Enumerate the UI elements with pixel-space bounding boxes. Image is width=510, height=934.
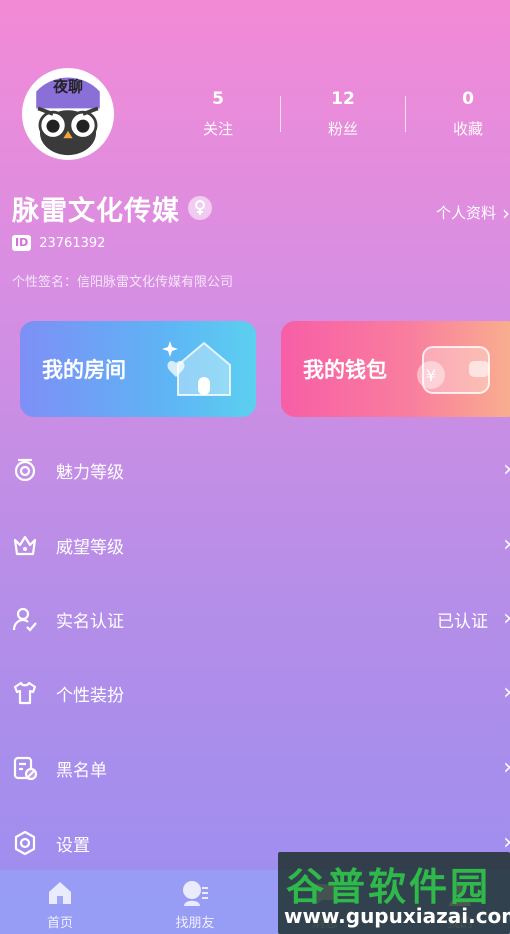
stat-favorites[interactable]: 0 收藏 xyxy=(423,88,510,140)
tab-home[interactable]: 首页 xyxy=(15,878,105,931)
menu-prestige-level[interactable]: 威望等级 › xyxy=(0,520,510,570)
chevron-right-icon: › xyxy=(503,832,510,854)
chevron-right-icon: › xyxy=(503,757,510,779)
chevron-right-icon: › xyxy=(503,459,510,481)
verify-status: 已认证 xyxy=(437,611,488,632)
tshirt-icon xyxy=(12,680,38,706)
owl-avatar-icon: 夜聊 xyxy=(25,71,111,157)
watermark-title: 谷普软件园 xyxy=(286,865,492,909)
id-tag: ID xyxy=(12,235,32,251)
stat-following[interactable]: 5 关注 xyxy=(173,88,263,140)
user-name: 脉雷文化传媒 xyxy=(12,195,180,227)
name-row: 脉雷文化传媒 xyxy=(12,190,212,227)
stat-fans-label: 粉丝 xyxy=(327,120,358,138)
yuan-symbol: ¥ xyxy=(426,366,436,385)
my-wallet-card[interactable]: 我的钱包 ¥ xyxy=(281,321,510,417)
menu-dress-up-label: 个性装扮 xyxy=(56,685,124,706)
stats-divider xyxy=(405,96,406,132)
crown-icon xyxy=(12,532,38,558)
stat-following-count: 5 xyxy=(212,89,224,109)
stat-favorites-count: 0 xyxy=(462,89,474,109)
stat-fans[interactable]: 12 粉丝 xyxy=(298,88,388,140)
avatar[interactable]: 夜聊 xyxy=(22,68,114,160)
chevron-right-icon: › xyxy=(503,534,510,556)
tab-home-label: 首页 xyxy=(46,916,73,931)
menu-settings-label: 设置 xyxy=(56,835,90,856)
user-id-row: ID 23761392 xyxy=(12,235,105,251)
settings-icon xyxy=(12,830,38,856)
stat-favorites-label: 收藏 xyxy=(452,120,483,138)
chevron-right-icon: › xyxy=(502,200,510,225)
stat-following-label: 关注 xyxy=(202,120,233,138)
user-verify-icon xyxy=(12,606,38,632)
menu-prestige-level-label: 威望等级 xyxy=(56,537,124,558)
watermark: 谷普软件园 www.gupuxiazai.com xyxy=(278,852,510,934)
tab-find-friends[interactable]: 找朋友 xyxy=(150,878,240,931)
menu-blacklist[interactable]: 黑名单 › xyxy=(0,743,510,793)
user-id-number: 23761392 xyxy=(39,235,106,251)
menu-charm-level[interactable]: 魅力等级 › xyxy=(0,445,510,495)
gender-badge-icon xyxy=(188,196,212,220)
tab-find-friends-label: 找朋友 xyxy=(175,916,215,931)
menu-dress-up[interactable]: 个性装扮 › xyxy=(0,668,510,718)
menu-real-name-verify[interactable]: 实名认证 已认证 › xyxy=(0,594,510,644)
chevron-right-icon: › xyxy=(503,608,510,630)
charm-level-icon xyxy=(12,457,38,483)
avatar-text: 夜聊 xyxy=(52,78,83,96)
menu-real-name-verify-label: 实名认证 xyxy=(56,611,124,632)
my-room-label: 我的房间 xyxy=(42,358,126,382)
blacklist-icon xyxy=(12,755,38,781)
menu-blacklist-label: 黑名单 xyxy=(56,760,107,781)
stat-fans-count: 12 xyxy=(331,89,355,109)
profile-link-label: 个人资料 xyxy=(435,204,496,222)
stats-divider xyxy=(280,96,281,132)
chevron-right-icon: › xyxy=(503,682,510,704)
signature: 个性签名：信阳脉雷文化传媒有限公司 xyxy=(12,275,234,290)
watermark-url: www.gupuxiazai.com xyxy=(284,904,510,928)
menu-charm-level-label: 魅力等级 xyxy=(56,462,124,483)
stats-bar: 5 关注 12 粉丝 0 收藏 xyxy=(155,88,510,138)
profile-link[interactable]: 个人资料 › xyxy=(436,202,510,223)
my-room-card[interactable]: 我的房间 xyxy=(20,321,256,417)
home-icon xyxy=(45,878,75,908)
house-icon xyxy=(162,341,231,396)
wallet-icon: ¥ xyxy=(417,346,490,394)
my-wallet-label: 我的钱包 xyxy=(303,358,387,382)
find-friends-icon xyxy=(180,878,210,908)
